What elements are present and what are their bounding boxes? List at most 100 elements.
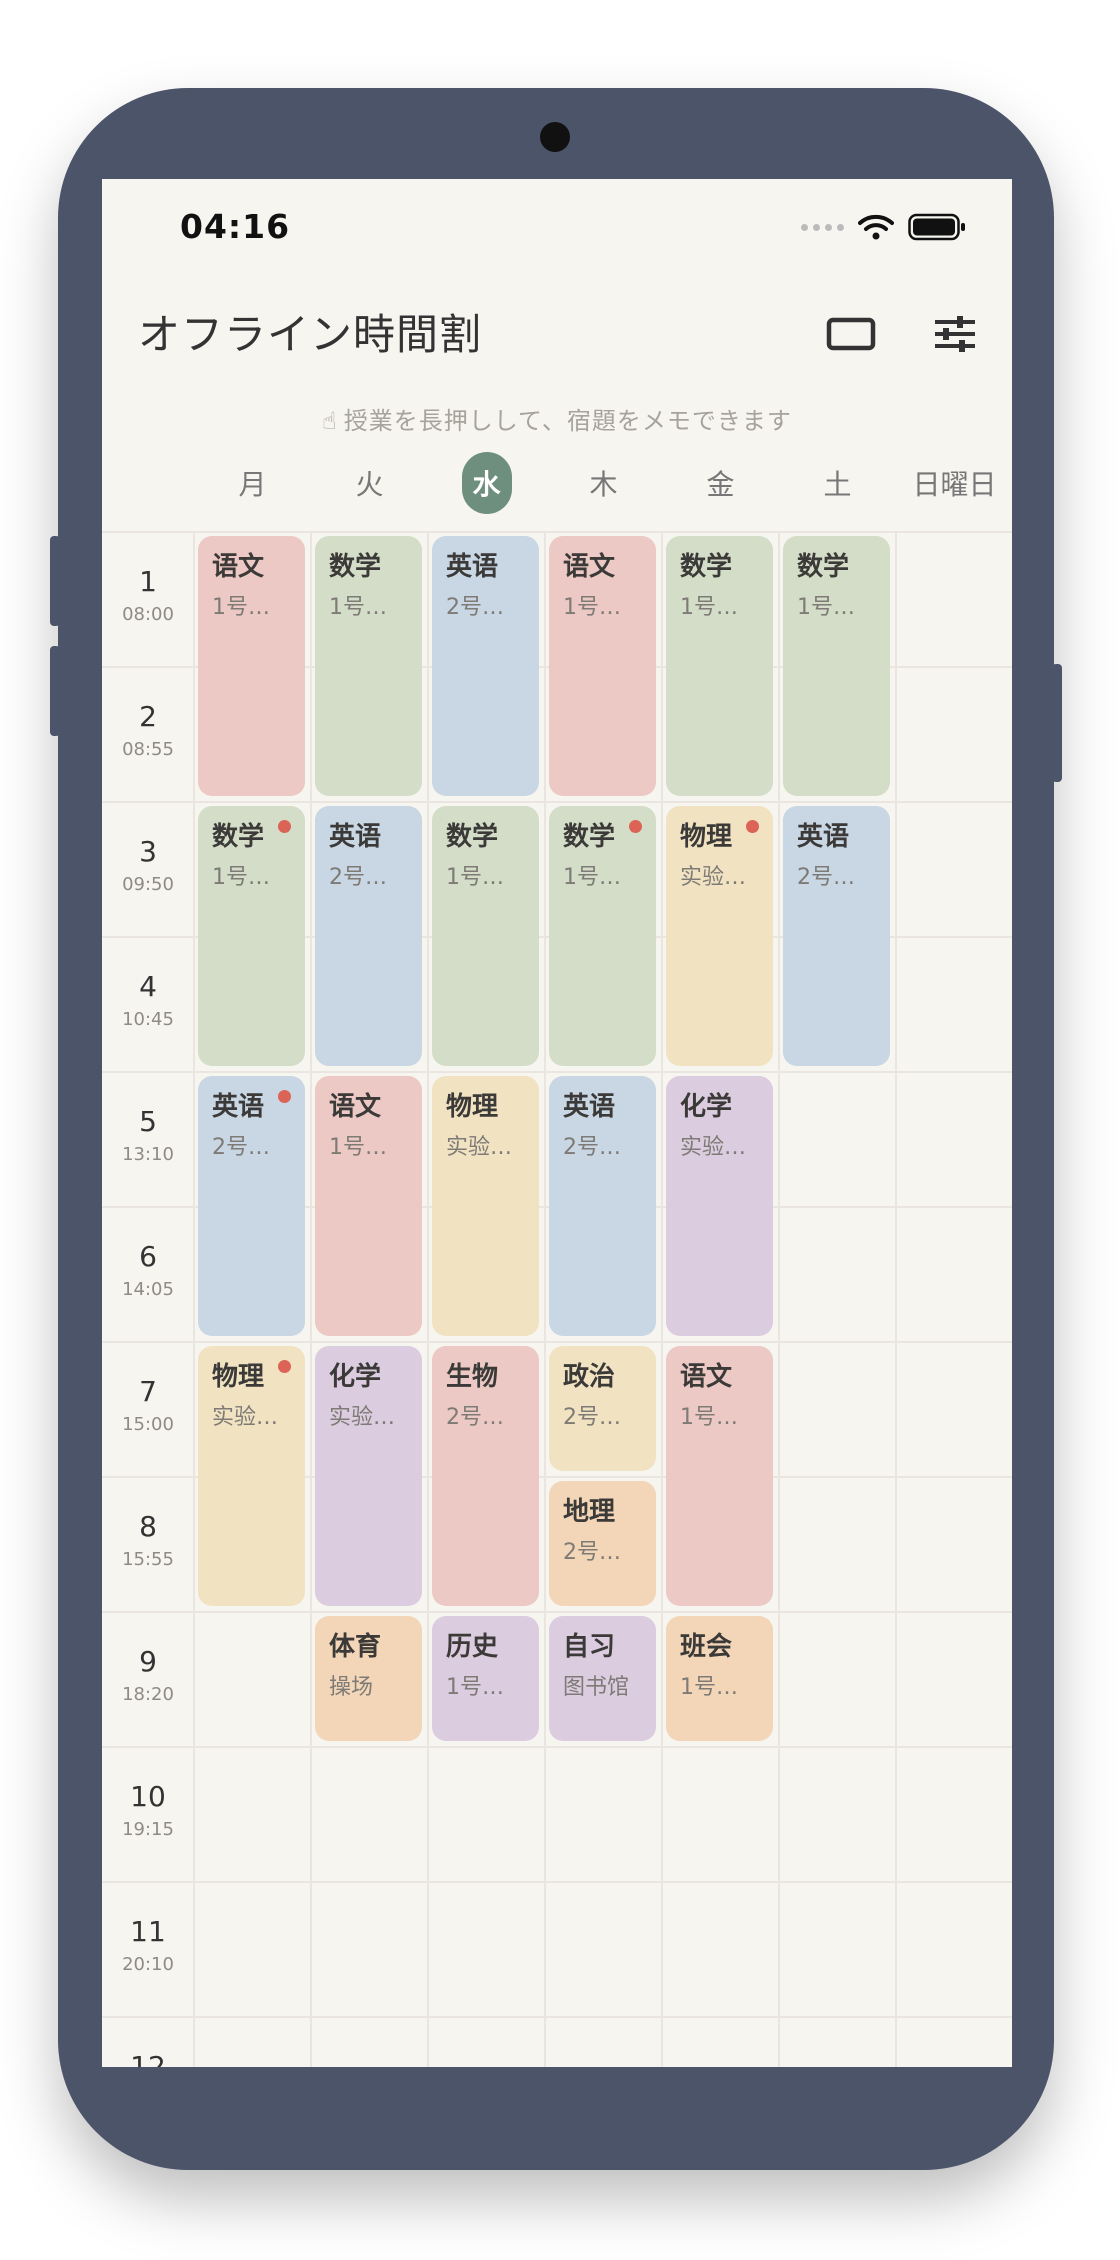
- app-screen: 04:16 オフライン時間割 ☝ 授業を長押しして、宿題をメモできます 月 火 …: [102, 179, 1012, 2067]
- class-cell[interactable]: 体育 操场: [315, 1616, 422, 1741]
- period-number: 6: [139, 1240, 157, 1273]
- volume-up-button: [50, 536, 60, 626]
- day-label: 土: [823, 468, 852, 501]
- period-time: 08:55: [122, 739, 174, 760]
- day-header-1[interactable]: 火: [311, 452, 428, 514]
- class-room: 1号教…: [446, 865, 525, 890]
- class-cell[interactable]: 数学 1号教…: [783, 536, 890, 796]
- period-number: 5: [139, 1105, 157, 1138]
- class-name: 数学: [797, 552, 850, 582]
- class-cell[interactable]: 数学 1号教…: [315, 536, 422, 796]
- class-name: 化学: [329, 1362, 382, 1392]
- grid-row-line: [102, 1746, 1012, 1748]
- day-header-0[interactable]: 月: [194, 452, 311, 514]
- period-time: 13:10: [122, 1144, 174, 1165]
- class-room: 1号教…: [212, 865, 291, 890]
- class-cell[interactable]: 物理 实验…: [432, 1076, 539, 1336]
- class-cell[interactable]: 数学 1号教…: [549, 806, 656, 1066]
- class-cell[interactable]: 英语 2号…: [783, 806, 890, 1066]
- volume-down-button: [50, 646, 60, 736]
- day-label: 木: [589, 468, 618, 501]
- period-label: 12: [102, 2050, 194, 2067]
- day-header-2[interactable]: 水: [428, 452, 545, 514]
- class-cell[interactable]: 英语 2号…: [198, 1076, 305, 1336]
- homework-dot-icon: [746, 820, 759, 833]
- class-cell[interactable]: 生物 2号…: [432, 1346, 539, 1606]
- class-name: 语文: [329, 1092, 382, 1122]
- day-label: 月: [238, 468, 267, 501]
- class-cell[interactable]: 数学 1号教…: [198, 806, 305, 1066]
- grid-row-line: [102, 801, 1012, 803]
- period-time: 15:00: [122, 1414, 174, 1435]
- grid-column-line: [661, 531, 663, 2067]
- day-header-4[interactable]: 金: [662, 452, 779, 514]
- class-cell[interactable]: 自习 图书馆: [549, 1616, 656, 1741]
- class-room: 1号教…: [563, 595, 642, 620]
- class-cell[interactable]: 物理 实验…: [198, 1346, 305, 1606]
- settings-button[interactable]: [928, 307, 982, 361]
- class-room: 1号教…: [680, 1675, 759, 1700]
- period-time: 14:05: [122, 1279, 174, 1300]
- hint-row: ☝ 授業を長押しして、宿題をメモできます: [102, 401, 1012, 436]
- class-cell[interactable]: 物理 实验…: [666, 806, 773, 1066]
- class-name: 地理: [563, 1497, 616, 1527]
- period-number: 4: [139, 970, 157, 1003]
- class-room: 1号教…: [680, 595, 759, 620]
- day-label: 金: [706, 468, 735, 501]
- grid-column-line: [310, 531, 312, 2067]
- period-number: 2: [139, 700, 157, 733]
- class-room: 1号教…: [563, 865, 642, 890]
- class-name: 物理: [446, 1092, 499, 1122]
- power-button: [1052, 664, 1062, 782]
- class-cell[interactable]: 语文 1号教…: [315, 1076, 422, 1336]
- period-label: 8 15:55: [102, 1510, 194, 1570]
- class-room: 2号…: [212, 1135, 270, 1160]
- period-label: 10 19:15: [102, 1780, 194, 1840]
- class-cell[interactable]: 数学 1号教…: [666, 536, 773, 796]
- class-room: 实验…: [212, 1405, 279, 1430]
- class-name: 化学: [680, 1092, 733, 1122]
- fullscreen-button[interactable]: [824, 307, 878, 361]
- class-room: 1号教…: [446, 1675, 525, 1700]
- sliders-icon: [935, 316, 975, 352]
- period-label: 1 08:00: [102, 565, 194, 625]
- day-header-5[interactable]: 土: [779, 452, 896, 514]
- class-room: 2号…: [563, 1405, 621, 1430]
- class-room: 实验…: [680, 1135, 747, 1160]
- period-label: 7 15:00: [102, 1375, 194, 1435]
- class-cell[interactable]: 语文 1号教…: [549, 536, 656, 796]
- class-cell[interactable]: 地理 2号…: [549, 1481, 656, 1606]
- class-name: 体育: [329, 1632, 382, 1662]
- day-label: 火: [355, 468, 384, 501]
- class-name: 历史: [446, 1632, 499, 1662]
- class-cell[interactable]: 化学 实验…: [315, 1346, 422, 1606]
- period-number: 8: [139, 1510, 157, 1543]
- battery-icon: [908, 213, 965, 241]
- class-cell[interactable]: 语文 1号教…: [198, 536, 305, 796]
- grid-row-line: [102, 531, 1012, 533]
- class-cell[interactable]: 英语 2号…: [549, 1076, 656, 1336]
- period-number: 7: [139, 1375, 157, 1408]
- period-label: 11 20:10: [102, 1915, 194, 1975]
- period-time: 15:55: [122, 1549, 174, 1570]
- class-cell[interactable]: 数学 1号教…: [432, 806, 539, 1066]
- status-icons: [801, 213, 966, 241]
- class-cell[interactable]: 英语 2号…: [315, 806, 422, 1066]
- class-cell[interactable]: 历史 1号教…: [432, 1616, 539, 1741]
- class-cell[interactable]: 英语 2号…: [432, 536, 539, 796]
- wifi-icon: [858, 214, 894, 240]
- hint-text: 授業を長押しして、宿題をメモできます: [343, 407, 792, 435]
- class-room: 操场: [329, 1675, 374, 1700]
- status-time: 04:16: [180, 207, 291, 246]
- grid-row-line: [102, 1611, 1012, 1613]
- class-cell[interactable]: 班会 1号教…: [666, 1616, 773, 1741]
- front-camera: [540, 122, 570, 152]
- class-cell[interactable]: 语文 1号教…: [666, 1346, 773, 1606]
- period-number: 12: [130, 2050, 166, 2067]
- day-header-6[interactable]: 日曜日: [896, 452, 1012, 514]
- class-cell[interactable]: 政治 2号…: [549, 1346, 656, 1471]
- class-room: 2号…: [563, 1135, 621, 1160]
- day-header-3[interactable]: 木: [545, 452, 662, 514]
- class-room: 2号…: [446, 595, 504, 620]
- class-cell[interactable]: 化学实验…: [666, 1076, 773, 1336]
